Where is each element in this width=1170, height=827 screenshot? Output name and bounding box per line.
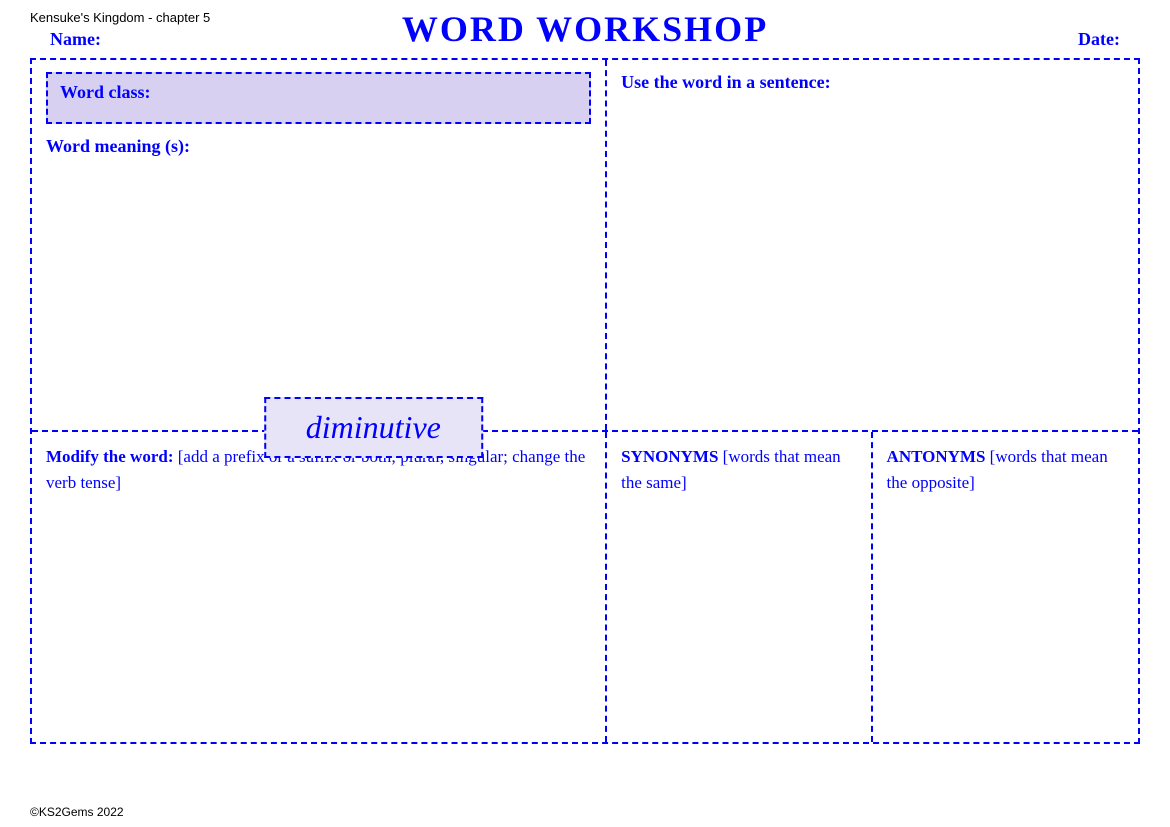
name-label: Name: (50, 29, 101, 50)
synonyms-label: SYNONYMS [words that mean the same] (621, 444, 856, 495)
center-word-box: diminutive (264, 397, 483, 458)
date-label: Date: (1078, 29, 1120, 50)
top-row: Word class: Word meaning (s): diminutive… (32, 60, 1138, 432)
main-title: WORD WORKSHOP (402, 8, 768, 50)
modify-strong: Modify the word: (46, 447, 173, 466)
page-container: Kensuke's Kingdom - chapter 5 WORD WORKS… (0, 0, 1170, 827)
antonyms-strong: ANTONYMS (887, 447, 986, 466)
synonyms-strong: SYNONYMS (621, 447, 718, 466)
top-bar: Kensuke's Kingdom - chapter 5 WORD WORKS… (30, 10, 1140, 25)
antonyms-label: ANTONYMS [words that mean the opposite] (887, 444, 1124, 495)
bottom-left-panel: Modify the word: [add a prefix or a suff… (32, 432, 607, 742)
subtitle: Kensuke's Kingdom - chapter 5 (30, 10, 210, 25)
word-class-label: Word class: (60, 82, 151, 102)
bottom-middle-panel: SYNONYMS [words that mean the same] (607, 432, 872, 742)
use-in-sentence-label: Use the word in a sentence: (621, 72, 1124, 93)
word-meaning-label: Word meaning (s): (46, 136, 591, 157)
bottom-right-panel: ANTONYMS [words that mean the opposite] (873, 432, 1138, 742)
top-row-wrapper: Word class: Word meaning (s): diminutive… (32, 60, 1138, 432)
bottom-row: Modify the word: [add a prefix or a suff… (32, 432, 1138, 742)
footer: ©KS2Gems 2022 (30, 805, 124, 819)
center-word-container: diminutive (264, 397, 483, 458)
main-grid: Word class: Word meaning (s): diminutive… (30, 58, 1140, 744)
word-class-box: Word class: (46, 72, 591, 124)
left-panel: Word class: Word meaning (s): diminutive (32, 60, 607, 430)
right-panel: Use the word in a sentence: (607, 60, 1138, 430)
center-word: diminutive (306, 409, 441, 445)
